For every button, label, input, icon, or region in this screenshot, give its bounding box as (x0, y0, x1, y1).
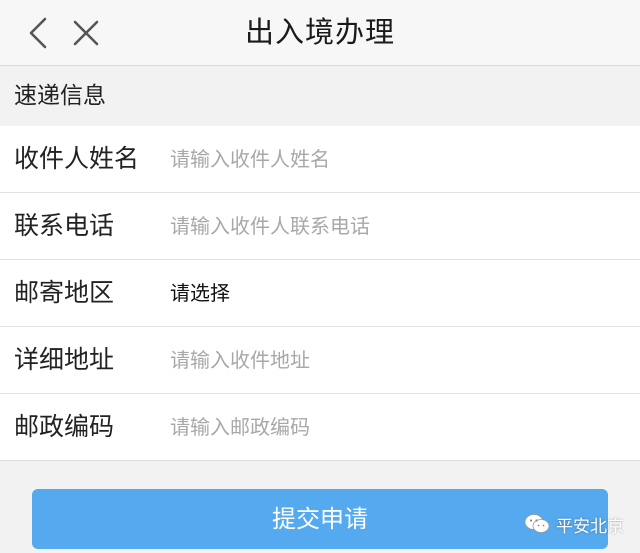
postal-code-row: 邮政编码 (0, 394, 640, 461)
address-input[interactable] (170, 339, 620, 381)
region-row[interactable]: 邮寄地区 请选择 (0, 260, 640, 327)
phone-label: 联系电话 (14, 211, 115, 240)
navigation-bar: 出入境办理 (0, 0, 640, 66)
watermark-text: 平安北京 (556, 516, 624, 537)
region-select[interactable]: 请选择 (170, 260, 230, 326)
region-label: 邮寄地区 (14, 278, 115, 307)
section-title: 速递信息 (14, 83, 106, 109)
recipient-name-label: 收件人姓名 (14, 144, 140, 173)
delivery-form: 收件人姓名 联系电话 邮寄地区 请选择 详细地址 邮政编码 (0, 126, 640, 461)
watermark: 平安北京 (524, 508, 624, 540)
page-title: 出入境办理 (244, 15, 395, 49)
recipient-name-row: 收件人姓名 (0, 126, 640, 193)
postal-code-label: 邮政编码 (14, 412, 115, 441)
submit-button[interactable]: 提交申请 (32, 489, 608, 549)
address-label: 详细地址 (14, 345, 115, 374)
wechat-icon (524, 514, 550, 533)
recipient-name-input[interactable] (170, 138, 620, 180)
phone-input[interactable] (170, 205, 620, 247)
phone-row: 联系电话 (0, 193, 640, 260)
postal-code-input[interactable] (170, 406, 620, 448)
section-header: 速递信息 (0, 66, 640, 126)
address-row: 详细地址 (0, 327, 640, 394)
